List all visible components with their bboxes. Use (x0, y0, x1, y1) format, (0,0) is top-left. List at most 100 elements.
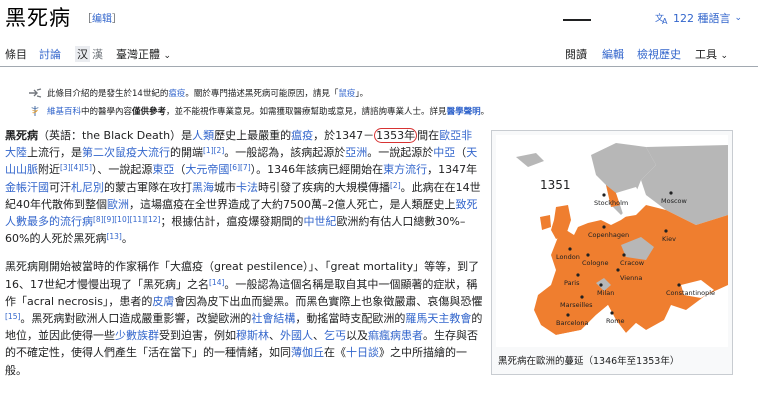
link-yuan[interactable]: 大元帝國 (185, 163, 229, 176)
citation[interactable]: [3][4][5] (60, 163, 92, 172)
link-boccaccio[interactable]: 薄伽丘 (291, 346, 324, 359)
tools-dropdown[interactable]: 工具 ⌄ (695, 46, 728, 62)
tab-edit[interactable]: 編輯 (602, 46, 624, 62)
p1-text: （英語：the Black Death）是 (38, 129, 193, 142)
variant-traditional[interactable]: 漢 (92, 46, 103, 62)
hatnote-link-plague[interactable]: 瘟疫 (168, 89, 185, 99)
language-button[interactable]: 文 A 122 種語言 ⌄ (655, 10, 742, 26)
link-asia[interactable]: 亞洲 (345, 146, 367, 159)
tab-read-indicator (563, 19, 591, 21)
infobox: 1351 Stockholm Moscow Copenhagen Kiev Lo… (491, 130, 733, 375)
map-graphic: 1351 Stockholm Moscow Copenhagen Kiev Lo… (496, 135, 728, 347)
city-label: Moscow (661, 197, 688, 205)
tab-read[interactable]: 閱讀 (565, 46, 587, 62)
citation[interactable]: [1][2] (203, 146, 224, 155)
p2-text: 。黑死病對歐洲人口造成嚴重影響，改變歐洲的 (20, 312, 252, 326)
regional-variant-label: 臺灣正體 (116, 48, 160, 61)
link-plague[interactable]: 瘟疫 (291, 129, 313, 142)
chevron-down-icon: ⌄ (163, 51, 172, 61)
p1-text: 。一說起源於 (367, 146, 434, 160)
disclaimer-link-wikipedia[interactable]: 維基百科 (47, 107, 81, 117)
disambiguation-icon (29, 88, 42, 98)
term-bold: 黑死病 (5, 129, 38, 142)
europe-plague-map[interactable]: 1351 Stockholm Moscow Copenhagen Kiev Lo… (496, 135, 728, 347)
link-jani-beg[interactable]: 札尼別 (71, 181, 104, 194)
p2-text: ，動搖當時支配歐洲的 (295, 312, 406, 326)
citation[interactable]: [6][7] (229, 163, 250, 172)
link-europe[interactable]: 歐洲 (107, 198, 129, 211)
annotated-year: 1353年 (374, 128, 418, 143)
disclaimer-text-2: ，並不能視作專業意見。如需獲取醫療幫助或意見，請諮詢專業人士。詳見 (166, 107, 447, 117)
link-east-outbreak[interactable]: 東方流行 (383, 163, 427, 176)
citation[interactable]: [2] (390, 181, 401, 190)
link-central-asia[interactable]: 中亞 (433, 146, 455, 159)
citation[interactable]: [13] (106, 232, 121, 241)
citation[interactable]: [14] (209, 278, 224, 287)
citation[interactable]: [8][9][10][11][12] (93, 215, 160, 224)
tab-history[interactable]: 檢視歷史 (637, 46, 681, 62)
link-golden-horde[interactable]: 金帳汗國 (5, 181, 49, 194)
city-label: Barcelona (556, 319, 588, 327)
link-social-structure[interactable]: 社會結構 (251, 312, 295, 325)
disclaimer-text-1: 中的醫學內容 (81, 107, 133, 117)
edit-title-link[interactable]: 编辑 (92, 14, 112, 25)
city-label: Milan (597, 289, 614, 297)
link-decameron[interactable]: 十日談 (346, 346, 379, 359)
hatnote-link-rat-plague[interactable]: 鼠疫 (338, 89, 355, 99)
p2-text: 在《 (324, 346, 346, 360)
city-label: Rome (606, 317, 625, 325)
p1-text: ，1347年 (427, 163, 478, 177)
hatnote-disambiguation: 此條目介紹的是發生於14世紀的瘟疫。關於專門描述黑死病可能原因，請見「鼠疫」。 (28, 87, 368, 99)
tab-article[interactable]: 條目 (5, 46, 27, 62)
link-skin[interactable]: 皮膚 (152, 295, 174, 308)
link-kaffa[interactable]: 卡法 (236, 181, 258, 194)
link-muslims[interactable]: 穆斯林 (236, 329, 269, 342)
hatnote-medical-disclaimer: 維基百科中的醫學內容僅供參考，並不能視作專業意見。如需獲取醫療幫助或意見，請諮詢… (28, 105, 489, 117)
hatnote-text-2: 。關於專門描述黑死病可能原因，請見「 (185, 89, 339, 99)
p1-text: 可汗 (49, 180, 71, 194)
p2-text: 、 (269, 329, 280, 343)
paragraph-1: 黑死病（英語：the Black Death）是人類歷史上最嚴重的瘟疫，於134… (5, 127, 483, 247)
link-beggars[interactable]: 乞丐 (324, 329, 346, 342)
p1-text: 附近 (38, 163, 60, 177)
article-body: 黑死病（英語：the Black Death）是人類歷史上最嚴重的瘟疫，於134… (5, 127, 483, 390)
page-header: 黑死病 ［编辑］ 文 A 122 種語言 ⌄ (0, 0, 758, 46)
variant-simplified[interactable]: 汉 (75, 46, 90, 62)
p1-text: ，這場瘟疫在全世界造成了大約7500萬–2億人死亡，是人類歷史上 (129, 197, 456, 211)
link-lepers[interactable]: 痲瘋病患者 (368, 329, 423, 342)
p1-text: 間在 (417, 129, 440, 142)
tab-talk[interactable]: 討論 (39, 46, 61, 62)
regional-variant-dropdown[interactable]: 臺灣正體 ⌄ (116, 46, 171, 62)
p2-text: 、 (313, 329, 324, 343)
p1-text: 上流行，是 (27, 146, 82, 160)
citation[interactable]: [15] (5, 312, 20, 321)
link-second-pandemic[interactable]: 第二次鼠疫大流行 (82, 146, 170, 159)
p1-text: （ (455, 146, 467, 160)
link-black-sea[interactable]: 黑海 (192, 181, 214, 194)
link-human[interactable]: 人類 (192, 129, 214, 142)
p1-text: ）。1346年該病已經開始在 (250, 163, 384, 177)
p2-text: 以及 (346, 329, 368, 343)
p1-text: 城市 (214, 180, 236, 194)
variant-switcher[interactable]: 汉 漢 (75, 46, 103, 62)
p1-text: 。 (121, 232, 133, 246)
link-catholic-church[interactable]: 羅馬天主教會 (405, 312, 471, 325)
hatnote-text-1: 此條目介紹的是發生於14世紀的 (47, 89, 169, 99)
medical-caduceus-icon (31, 106, 39, 116)
disclaimer-link-medical[interactable]: 醫學聲明 (447, 107, 481, 117)
p1-text: ）、一說起源 (91, 163, 153, 177)
p1-text: （ (174, 163, 186, 177)
translate-icon: 文 A (655, 12, 668, 25)
p1-text: 時引發了疾病的大規模傳播 (258, 180, 390, 194)
page-title: 黑死病 (5, 6, 71, 30)
link-foreigners[interactable]: 外國人 (280, 329, 313, 342)
link-east-asia[interactable]: 東亞 (152, 163, 174, 176)
p1-text: 歷史上最嚴重的 (214, 129, 292, 142)
chevron-down-icon: ⌄ (734, 13, 742, 23)
link-minorities[interactable]: 少數族群 (115, 329, 159, 342)
svg-text:A: A (662, 17, 668, 25)
map-caption: 黑死病在歐洲的蔓延（1346年至1353年） (498, 356, 680, 367)
link-middle-ages[interactable]: 中世紀 (303, 215, 336, 228)
hatnote-text: 此條目介紹的是發生於14世紀的瘟疫。關於專門描述黑死病可能原因，請見「鼠疫」。 (47, 87, 368, 99)
city-label: Copenhagen (588, 231, 629, 239)
